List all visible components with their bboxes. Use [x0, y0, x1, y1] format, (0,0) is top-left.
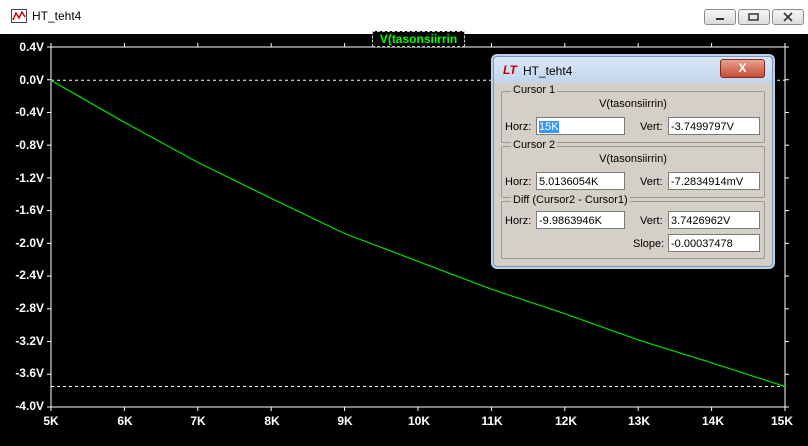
diff-vert-field[interactable]: 3.7426962V	[668, 211, 760, 229]
cursor1-trace: V(tasonsiirrin)	[599, 98, 667, 110]
y-tick-label: -0.4V	[15, 105, 44, 119]
cursor2-group: Cursor 2 V(tasonsiirrin) Horz: 5.0136054…	[501, 139, 765, 198]
y-tick-label: -3.6V	[15, 366, 44, 380]
x-tick-label: 6K	[117, 414, 133, 428]
x-tick-label: 7K	[190, 414, 206, 428]
diff-horz-field[interactable]: -9.9863946K	[536, 211, 625, 229]
diff-slope-field[interactable]: -0.00037478	[668, 234, 760, 252]
vert-label: Vert:	[640, 121, 663, 133]
horz-label: Horz:	[505, 215, 532, 227]
y-tick-label: -3.2V	[15, 334, 44, 348]
slope-label: Slope:	[633, 238, 665, 250]
x-tick-label: 15K	[770, 414, 793, 428]
y-tick-label: -2.4V	[15, 268, 44, 282]
x-tick-label: 5K	[43, 414, 59, 428]
x-tick-label: 9K	[337, 414, 353, 428]
cursor2-horz-field[interactable]: 5.0136054K	[536, 172, 625, 190]
minimize-icon	[716, 18, 724, 20]
close-button[interactable]	[772, 9, 804, 25]
x-tick-label: 11K	[481, 414, 503, 428]
group-label: Cursor 2	[511, 139, 558, 151]
group-label: Diff (Cursor2 - Cursor1)	[511, 194, 630, 206]
vert-label: Vert:	[640, 176, 663, 188]
x-tick-label: 14K	[701, 414, 724, 428]
x-tick-label: 10K	[407, 414, 430, 428]
x-tick-label: 13K	[627, 414, 650, 428]
cursor-dialog: LT HT_teht4 X Cursor 1 V(tasonsiirrin) H…	[493, 56, 773, 267]
y-tick-label: -4.0V	[15, 399, 44, 413]
x-tick-label: 12K	[554, 414, 577, 428]
close-icon: X	[738, 61, 747, 75]
y-tick-label: -2.0V	[15, 236, 44, 250]
restore-button[interactable]	[738, 9, 770, 25]
y-tick-label: 0.4V	[19, 40, 44, 54]
cursor1-horz-value: 15K	[539, 121, 559, 133]
horz-label: Horz:	[505, 121, 532, 133]
waveform-icon	[11, 9, 27, 23]
cursor1-vert-field[interactable]: -3.7499797V	[668, 117, 760, 135]
cursor2-trace: V(tasonsiirrin)	[599, 153, 667, 165]
y-tick-label: 0.0V	[19, 73, 44, 87]
window-titlebar: HT_teht4	[0, 0, 808, 35]
window-title: HT_teht4	[32, 9, 82, 23]
group-label: Cursor 1	[511, 84, 558, 96]
ltspice-logo-icon: LT	[503, 63, 517, 77]
dialog-close-button[interactable]: X	[720, 59, 765, 78]
restore-icon	[748, 13, 759, 21]
y-tick-label: -0.8V	[15, 138, 44, 152]
y-tick-label: -2.8V	[15, 301, 44, 315]
y-tick-label: -1.6V	[15, 203, 44, 217]
minimize-button[interactable]	[704, 9, 736, 25]
x-tick-label: 8K	[264, 414, 280, 428]
y-tick-label: -1.2V	[15, 171, 44, 185]
dialog-titlebar[interactable]: LT HT_teht4 X	[494, 57, 772, 83]
trace-label[interactable]: V(tasonsiirrin	[372, 31, 465, 47]
cursor2-vert-field[interactable]: -7.2834914mV	[668, 172, 760, 190]
diff-group: Diff (Cursor2 - Cursor1) Horz: -9.986394…	[501, 194, 765, 259]
close-icon	[783, 12, 793, 22]
cursor1-group: Cursor 1 V(tasonsiirrin) Horz: 15K Vert:…	[501, 84, 765, 143]
horz-label: Horz:	[505, 176, 532, 188]
cursor1-horz-field[interactable]: 15K	[536, 117, 625, 135]
vert-label: Vert:	[640, 215, 663, 227]
dialog-title: HT_teht4	[523, 64, 573, 78]
